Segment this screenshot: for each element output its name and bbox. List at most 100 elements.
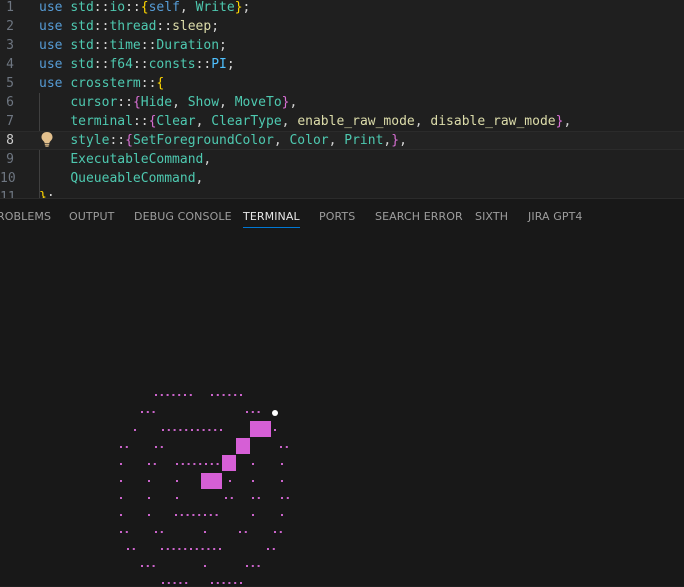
terminal-dot	[155, 446, 157, 448]
code-editor[interactable]: 1 use std::io::{self, Write}; 2 use std::th…	[0, 0, 684, 198]
terminal-dot	[228, 582, 231, 584]
code-line[interactable]: 3 use std::time::Duration;	[0, 36, 684, 55]
terminal-dot	[209, 514, 212, 516]
terminal-dot	[252, 497, 254, 499]
code-line[interactable]: 8 style::{SetForegroundColor, Color, Pri…	[0, 131, 684, 150]
terminal-dot	[279, 531, 282, 533]
terminal-dot	[207, 548, 210, 550]
terminal-dot	[246, 411, 248, 413]
terminal-dot	[216, 463, 219, 465]
terminal-dot	[141, 411, 143, 413]
terminal-dot	[152, 411, 155, 413]
tab-ports[interactable]: PORTS	[319, 210, 355, 223]
code-line[interactable]: 6 cursor::{Hide, Show, MoveTo},	[0, 93, 684, 112]
terminal-dot	[216, 394, 219, 396]
terminal-dot	[160, 531, 163, 533]
terminal-dot	[120, 531, 122, 533]
terminal-dot	[216, 582, 219, 584]
terminal-dot	[281, 463, 283, 465]
terminal-dot	[167, 582, 170, 584]
terminal-dot	[120, 463, 122, 465]
terminal-dot	[184, 548, 187, 550]
terminal-dot	[202, 429, 205, 431]
terminal-dot	[204, 531, 206, 533]
terminal-dot	[120, 497, 122, 499]
terminal-dot	[234, 394, 237, 396]
terminal-dot	[198, 514, 201, 516]
terminal-dot	[205, 463, 207, 465]
terminal-dot	[125, 531, 128, 533]
terminal-dot	[267, 548, 269, 550]
terminal-dot	[185, 582, 188, 584]
terminal-dot	[201, 548, 204, 550]
terminal-dot	[281, 497, 283, 499]
line-number: 4	[6, 57, 14, 72]
terminal-dot	[251, 565, 254, 567]
terminal-dot	[274, 531, 276, 533]
terminal-dot	[225, 497, 227, 499]
tab-problems[interactable]: ROBLEMS	[0, 210, 51, 223]
terminal-dot	[281, 514, 283, 516]
line-number: 11	[0, 190, 16, 198]
tab-search-error[interactable]: SEARCH ERROR	[375, 210, 463, 223]
terminal-dot	[281, 480, 283, 482]
line-number: 7	[6, 114, 14, 129]
code-line[interactable]: 2 use std::thread::sleep;	[0, 17, 684, 36]
code-text: use std::thread::sleep;	[39, 19, 220, 34]
terminal-dot	[179, 582, 182, 584]
terminal-dot	[257, 411, 260, 413]
terminal-dot	[179, 429, 182, 431]
terminal-dot	[134, 429, 136, 431]
tab-jira-gpt4[interactable]: JIRA GPT4	[528, 210, 582, 223]
terminal-dot	[193, 463, 196, 465]
terminal-dot	[148, 480, 150, 482]
terminal-dot	[280, 446, 282, 448]
terminal-dot	[152, 565, 155, 567]
tab-output[interactable]: OUTPUT	[69, 210, 114, 223]
terminal-dot	[187, 463, 190, 465]
code-line[interactable]: 7 terminal::{Clear, ClearType, enable_ra…	[0, 112, 684, 131]
code-line[interactable]: 10 QueueableCommand,	[0, 169, 684, 188]
terminal-dot	[173, 582, 176, 584]
terminal-view[interactable]	[0, 235, 684, 587]
line-number: 3	[6, 38, 14, 53]
terminal-dot	[175, 514, 177, 516]
terminal-dot	[208, 429, 211, 431]
terminal-dot	[172, 394, 175, 396]
terminal-dot	[162, 582, 164, 584]
terminal-dot	[257, 497, 260, 499]
terminal-dot	[127, 548, 129, 550]
terminal-dot	[172, 548, 175, 550]
panel-tabs: ROBLEMS OUTPUT DEBUG CONSOLE TERMINAL PO…	[0, 199, 684, 235]
terminal-dot	[192, 514, 195, 516]
code-text: style::{SetForegroundColor, Color, Print…	[70, 133, 407, 148]
terminal-dot	[272, 548, 275, 550]
terminal-dot	[120, 446, 122, 448]
code-line[interactable]: 5 use crossterm::{	[0, 74, 684, 93]
terminal-dot	[160, 394, 163, 396]
lightbulb-icon[interactable]	[40, 131, 54, 147]
terminal-dot	[155, 531, 157, 533]
terminal-dot	[173, 429, 176, 431]
terminal-dot	[186, 514, 189, 516]
code-line[interactable]: 9 ExecutableCommand,	[0, 150, 684, 169]
code-text: ExecutableCommand,	[70, 152, 212, 167]
code-line[interactable]: 1 use std::io::{self, Write};	[0, 0, 684, 17]
code-text: use std::io::{self, Write};	[39, 0, 251, 15]
terminal-dot	[229, 480, 231, 482]
terminal-dot	[166, 394, 169, 396]
terminal-dot	[222, 394, 225, 396]
terminal-dot	[195, 548, 198, 550]
terminal-head-dot	[272, 410, 278, 416]
line-number: 8	[6, 133, 14, 148]
tab-debug-console[interactable]: DEBUG CONSOLE	[134, 210, 232, 223]
terminal-dot	[214, 429, 217, 431]
code-line[interactable]: 11};	[0, 188, 684, 198]
code-line[interactable]: 4 use std::f64::consts::PI;	[0, 55, 684, 74]
terminal-dot	[257, 565, 260, 567]
tab-sixth[interactable]: SIXTH	[475, 210, 508, 223]
terminal-dot	[176, 480, 178, 482]
terminal-dot	[246, 565, 248, 567]
terminal-dot	[167, 429, 170, 431]
tab-terminal[interactable]: TERMINAL	[243, 210, 300, 228]
